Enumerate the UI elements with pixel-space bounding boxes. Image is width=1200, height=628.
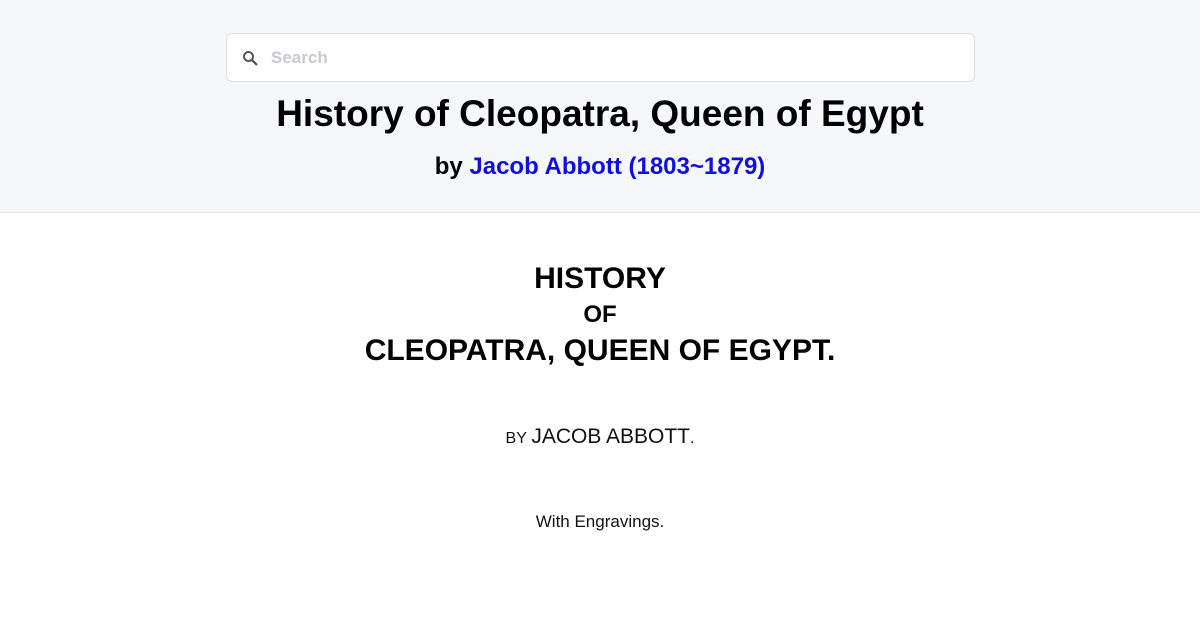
title-page-engravings-note: With Engravings. — [535, 512, 665, 531]
search-icon — [227, 33, 271, 82]
title-page-author: BY JACOB ABBOTT. — [0, 422, 1200, 454]
page-title: History of Cleopatra, Queen of Egypt — [276, 93, 924, 134]
page-header: History of Cleopatra, Queen of Egypt by … — [0, 0, 1200, 213]
title-page-heading-history: HISTORY — [534, 262, 666, 295]
book-content: HISTORY OF CLEOPATRA, QUEEN OF EGYPT. BY… — [0, 213, 1200, 627]
title-page-heading-subject: CLEOPATRA, QUEEN OF EGYPT. — [364, 334, 836, 367]
byline: by Jacob Abbott (1803~1879) — [0, 151, 1200, 183]
title-page-by-label: BY — [505, 430, 527, 447]
author-link[interactable]: Jacob Abbott (1803~1879) — [469, 153, 765, 180]
search-box[interactable] — [226, 33, 975, 82]
byline-prefix: by — [434, 153, 463, 180]
title-page-author-suffix: . — [690, 430, 695, 447]
title-page-author-name: JACOB ABBOTT — [531, 425, 691, 448]
search-input[interactable] — [271, 34, 974, 81]
title-page-heading-of: OF — [583, 301, 617, 328]
